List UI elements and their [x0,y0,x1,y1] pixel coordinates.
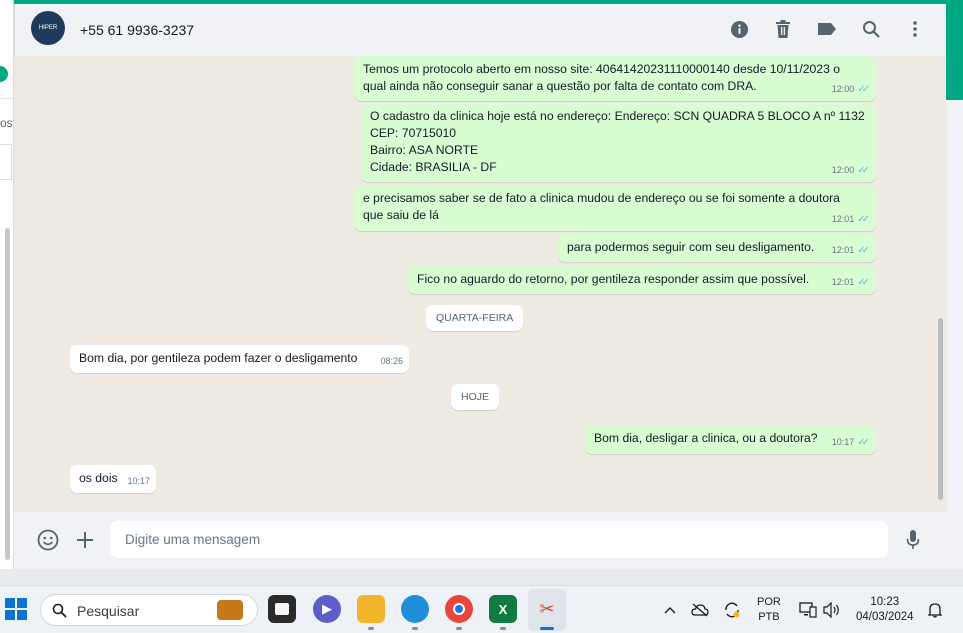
message-time: 12:00 [831,165,855,175]
message-bubble[interactable]: os dois 10:17 [70,465,156,493]
clock-date: 04/03/2024 [856,611,914,623]
message-text: Bom dia, desligar a clinica, ou a doutor… [594,431,818,445]
windows-start-icon[interactable] [5,598,27,620]
message-bubble[interactable]: para podermos seguir com seu desligament… [558,234,876,262]
more-icon[interactable] [904,18,926,40]
message-bubble[interactable]: Bom dia, por gentileza podem fazer o des… [70,345,409,373]
search-icon[interactable] [860,18,882,40]
message-input[interactable] [110,521,888,558]
file-explorer-icon[interactable] [357,595,385,630]
language-indicator[interactable]: POR PTB [757,595,781,625]
message-text: Fico no aguardo do retorno, por gentilez… [417,272,810,286]
chrome-browser-icon[interactable] [445,595,473,630]
info-icon[interactable] [728,18,750,40]
message-composer [14,512,946,569]
teams-meet-icon[interactable]: ▶ [313,595,341,623]
attach-plus-icon[interactable] [73,528,97,552]
message-time: 10:17 [831,437,855,447]
clock-time: 10:23 [870,596,900,608]
microphone-icon[interactable] [901,528,925,552]
volume-icon[interactable] [823,601,841,619]
chat-list-item-edge[interactable] [0,144,12,180]
message-bubble[interactable]: Temos um protocolo aberto em nosso site:… [354,56,876,101]
message-time: 12:01 [831,245,855,255]
trash-icon[interactable] [772,18,794,40]
divider [0,98,13,99]
message-text: Bom dia, por gentileza podem fazer o des… [79,351,358,365]
message-bubble[interactable]: Fico no aguardo do retorno, por gentilez… [408,266,876,294]
read-ticks-icon: ✓✓ [857,165,870,176]
chevron-up-icon[interactable] [661,601,679,619]
message-time: 10:17 [127,476,150,486]
date-chip: HOJE [451,384,500,410]
read-ticks-icon: ✓✓ [857,277,870,288]
contact-name[interactable]: +55 61 9936-3237 [80,22,194,38]
chat-list-scrollbar[interactable] [5,228,10,560]
language-top: POR [757,596,781,608]
task-view-icon[interactable] [268,595,296,623]
chat-list-panel-edge: os [0,0,14,569]
read-ticks-icon: ✓✓ [857,437,870,448]
message-time: 12:01 [831,214,855,224]
sync-icon[interactable] [723,601,741,619]
onedrive-icon[interactable] [691,601,709,619]
chat-list-cut-text: os [0,116,13,130]
edge-browser-icon[interactable] [401,595,429,630]
windows-taskbar: Pesquisar ▶ X ✂ POR PTB 10:23 04/03/2024 [0,585,963,633]
taskbar-search-label: Pesquisar [77,603,140,619]
network-icon[interactable] [799,601,817,619]
message-list-scrollbar[interactable] [938,318,943,500]
message-text: para podermos seguir com seu desligament… [567,240,815,254]
label-icon[interactable] [816,18,838,40]
message-text: e precisamos saber se de fato a clinica … [363,191,840,222]
read-ticks-icon: ✓✓ [857,245,870,256]
conversation-header: HIPER +55 61 9936-3237 [14,4,946,56]
message-time: 12:01 [831,277,855,287]
right-accent [946,0,963,100]
language-bottom: PTB [758,611,780,623]
window-bottom-edge [0,569,963,585]
read-ticks-icon: ✓✓ [857,84,870,95]
message-bubble[interactable]: e precisamos saber se de fato a clinica … [354,185,876,231]
message-bubble[interactable]: Bom dia, desligar a clinica, ou a doutor… [585,425,876,454]
message-text: O cadastro da clinica hoje está no ender… [370,109,865,174]
new-chat-icon[interactable] [0,66,8,82]
message-text: Temos um protocolo aberto em nosso site:… [363,62,841,93]
avatar[interactable]: HIPER [31,11,65,45]
taskbar-search[interactable]: Pesquisar [40,594,258,626]
emoji-icon[interactable] [36,528,60,552]
message-bubble[interactable]: O cadastro da clinica hoje está no ender… [361,103,876,182]
clock[interactable]: 10:23 04/03/2024 [856,595,914,625]
read-ticks-icon: ✓✓ [857,214,870,225]
date-chip: QUARTA-FEIRA [426,305,524,331]
briefcase-icon [217,600,243,620]
message-time: 08:26 [380,356,403,366]
excel-icon[interactable]: X [489,595,517,630]
snipping-tool-icon[interactable]: ✂ [533,595,561,630]
avatar-text: HIPER [38,25,58,31]
message-time: 12:00 [831,84,855,94]
notification-bell-icon[interactable] [926,601,944,619]
message-list[interactable]: Temos um protocolo aberto em nosso site:… [14,56,946,512]
search-icon [52,603,67,618]
right-edge-panel [946,0,963,569]
